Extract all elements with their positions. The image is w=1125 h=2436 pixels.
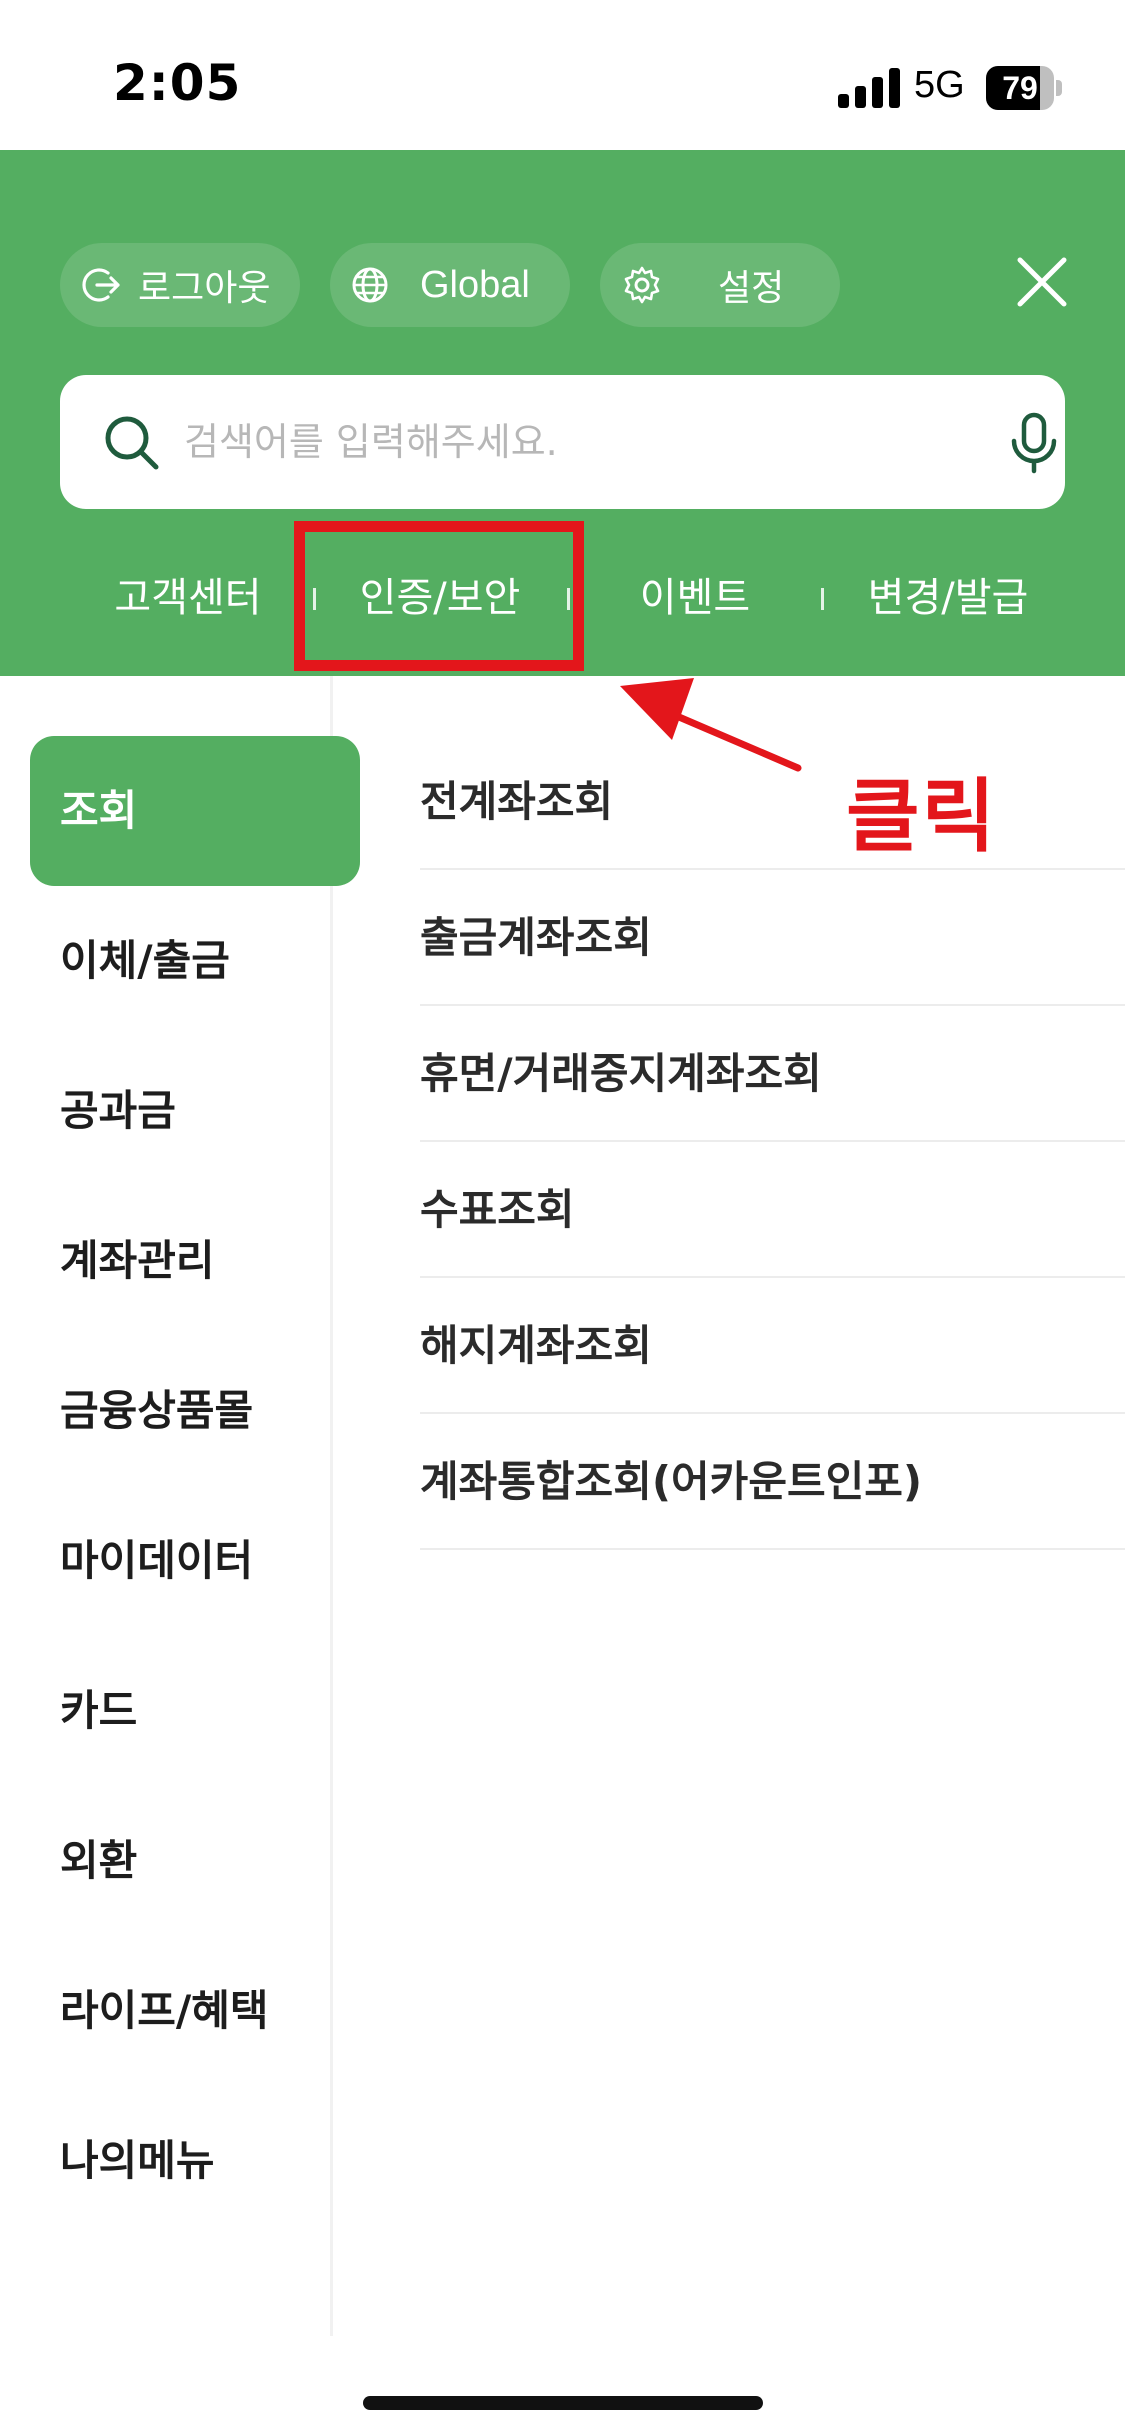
search-box: [60, 375, 1065, 509]
logout-label: 로그아웃: [138, 268, 271, 309]
settings-button[interactable]: 설정: [600, 243, 840, 327]
close-icon[interactable]: [1012, 252, 1072, 312]
microphone-icon[interactable]: [1004, 411, 1064, 475]
sidebar-item-life-benefits[interactable]: 라이프/혜택: [30, 1936, 360, 2086]
click-annotation: 클릭: [846, 770, 998, 863]
globe-icon: [352, 267, 388, 303]
sidebar-item-my-menu[interactable]: 나의메뉴: [30, 2086, 360, 2236]
sidebar-item-financial-products[interactable]: 금융상품몰: [30, 1336, 360, 1486]
menu-item-account-info[interactable]: 계좌통합조회(어카운트인포): [420, 1414, 1125, 1550]
sidebar-item-account-management[interactable]: 계좌관리: [30, 1186, 360, 1336]
logout-button[interactable]: 로그아웃: [60, 243, 300, 327]
search-icon[interactable]: [102, 413, 160, 471]
status-time: 2:05: [113, 54, 242, 112]
menu-body: 조회 이체/출금 공과금 계좌관리 금융상품몰 마이데이터 카드 외환 라이프/…: [0, 676, 1125, 2336]
search-input[interactable]: [184, 409, 984, 475]
home-indicator: [363, 2396, 763, 2410]
arrow-icon: [620, 678, 802, 772]
quick-link-customer-center[interactable]: 고객센터: [88, 558, 288, 638]
sidebar-item-inquiry[interactable]: 조회: [30, 736, 360, 886]
highlight-box: [294, 521, 584, 671]
settings-label: 설정: [718, 268, 785, 309]
quick-link-events[interactable]: 이벤트: [595, 558, 795, 638]
sidebar-item-transfer[interactable]: 이체/출금: [30, 886, 360, 1036]
category-sidebar: 조회 이체/출금 공과금 계좌관리 금융상품몰 마이데이터 카드 외환 라이프/…: [0, 676, 360, 2336]
sidebar-item-foreign-exchange[interactable]: 외환: [30, 1786, 360, 1936]
cellular-signal-icon: [838, 68, 900, 108]
gear-icon: [624, 266, 660, 304]
menu-item-closed-accounts[interactable]: 해지계좌조회: [420, 1278, 1125, 1414]
network-type: 5G: [914, 64, 965, 106]
battery-icon: 79: [986, 66, 1062, 110]
battery-level: 79: [1002, 70, 1038, 106]
menu-item-withdrawal-accounts[interactable]: 출금계좌조회: [420, 870, 1125, 1006]
quick-link-change-issue[interactable]: 변경/발급: [848, 558, 1048, 638]
quick-link-divider: [821, 588, 824, 610]
menu-item-check-inquiry[interactable]: 수표조회: [420, 1142, 1125, 1278]
global-button[interactable]: Global: [330, 243, 570, 327]
status-bar: 2:05 5G 79: [0, 0, 1125, 150]
global-label: Global: [420, 263, 530, 306]
menu-item-dormant-accounts[interactable]: 휴면/거래중지계좌조회: [420, 1006, 1125, 1142]
sidebar-item-card[interactable]: 카드: [30, 1636, 360, 1786]
sidebar-item-mydata[interactable]: 마이데이터: [30, 1486, 360, 1636]
sidebar-item-utilities[interactable]: 공과금: [30, 1036, 360, 1186]
logout-icon: [82, 268, 120, 302]
